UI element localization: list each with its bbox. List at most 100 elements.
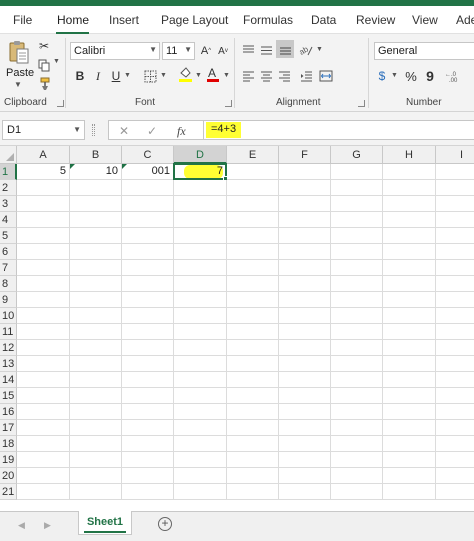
cell-b8[interactable]	[70, 276, 122, 292]
cell-g14[interactable]	[331, 372, 383, 388]
cell-i3[interactable]	[436, 196, 474, 212]
row-header-7[interactable]: 7	[0, 260, 17, 276]
cell-h5[interactable]	[383, 228, 436, 244]
cell-b18[interactable]	[70, 436, 122, 452]
cell-d13[interactable]	[174, 356, 227, 372]
cell-c14[interactable]	[122, 372, 174, 388]
cell-i5[interactable]	[436, 228, 474, 244]
cell-e8[interactable]	[227, 276, 279, 292]
cell-b16[interactable]	[70, 404, 122, 420]
cell-f3[interactable]	[279, 196, 331, 212]
worksheet-grid[interactable]: A B C D E F G H I 1 5 10 001 7 2 3 4 5 6 7 8 9 10 11 12 13 14 15 16 1…	[0, 146, 474, 511]
cell-a8[interactable]	[17, 276, 70, 292]
cell-c5[interactable]	[122, 228, 174, 244]
cell-i2[interactable]	[436, 180, 474, 196]
tab-formulas[interactable]: Formulas	[243, 13, 293, 27]
align-right-icon[interactable]	[276, 67, 292, 85]
column-header-b[interactable]: B	[70, 146, 122, 164]
column-header-d[interactable]: D	[174, 146, 227, 164]
cell-e3[interactable]	[227, 196, 279, 212]
cell-e20[interactable]	[227, 468, 279, 484]
cell-d12[interactable]	[174, 340, 227, 356]
row-header-4[interactable]: 4	[0, 212, 17, 228]
cell-i15[interactable]	[436, 388, 474, 404]
column-header-g[interactable]: G	[331, 146, 383, 164]
fill-color-dropdown-icon[interactable]: ▼	[195, 72, 202, 79]
cell-f7[interactable]	[279, 260, 331, 276]
cell-d8[interactable]	[174, 276, 227, 292]
decrease-font-icon[interactable]: Av	[216, 42, 230, 60]
borders-icon[interactable]	[142, 67, 158, 85]
cell-c18[interactable]	[122, 436, 174, 452]
cell-e12[interactable]	[227, 340, 279, 356]
align-middle-icon[interactable]	[258, 41, 274, 59]
cell-e4[interactable]	[227, 212, 279, 228]
cell-h19[interactable]	[383, 452, 436, 468]
cell-d7[interactable]	[174, 260, 227, 276]
cell-a21[interactable]	[17, 484, 70, 500]
cell-b11[interactable]	[70, 324, 122, 340]
cell-d14[interactable]	[174, 372, 227, 388]
select-all-button[interactable]	[0, 146, 17, 164]
cell-c9[interactable]	[122, 292, 174, 308]
cell-h18[interactable]	[383, 436, 436, 452]
cell-c8[interactable]	[122, 276, 174, 292]
cell-f17[interactable]	[279, 420, 331, 436]
cell-h15[interactable]	[383, 388, 436, 404]
merge-icon[interactable]	[318, 67, 334, 85]
row-header-17[interactable]: 17	[0, 420, 17, 436]
row-header-8[interactable]: 8	[0, 276, 17, 292]
cell-a16[interactable]	[17, 404, 70, 420]
cell-h13[interactable]	[383, 356, 436, 372]
row-header-16[interactable]: 16	[0, 404, 17, 420]
cell-i10[interactable]	[436, 308, 474, 324]
cell-f1[interactable]	[279, 164, 331, 180]
cell-b19[interactable]	[70, 452, 122, 468]
cell-d17[interactable]	[174, 420, 227, 436]
cell-d4[interactable]	[174, 212, 227, 228]
cell-h3[interactable]	[383, 196, 436, 212]
cell-g3[interactable]	[331, 196, 383, 212]
align-left-icon[interactable]	[240, 67, 256, 85]
cell-a5[interactable]	[17, 228, 70, 244]
tab-page-layout[interactable]: Page Layout	[161, 13, 228, 27]
tab-insert[interactable]: Insert	[109, 13, 139, 27]
accounting-format-icon[interactable]: $	[374, 67, 390, 85]
cell-b13[interactable]	[70, 356, 122, 372]
cell-e11[interactable]	[227, 324, 279, 340]
column-header-i[interactable]: I	[436, 146, 474, 164]
font-color-icon[interactable]: A	[205, 65, 221, 83]
cell-g6[interactable]	[331, 244, 383, 260]
cell-g10[interactable]	[331, 308, 383, 324]
tab-home[interactable]: Home	[57, 13, 89, 27]
cell-a13[interactable]	[17, 356, 70, 372]
cell-h1[interactable]	[383, 164, 436, 180]
number-format-select[interactable]: General	[374, 42, 474, 60]
cell-e19[interactable]	[227, 452, 279, 468]
comma-style-icon[interactable]: 9	[422, 67, 438, 85]
cell-c20[interactable]	[122, 468, 174, 484]
insert-function-icon[interactable]: fx	[177, 124, 186, 139]
cell-g20[interactable]	[331, 468, 383, 484]
accounting-dropdown-icon[interactable]: ▼	[391, 72, 398, 79]
cell-d21[interactable]	[174, 484, 227, 500]
cell-e18[interactable]	[227, 436, 279, 452]
column-header-f[interactable]: F	[279, 146, 331, 164]
tab-file[interactable]: File	[13, 13, 32, 27]
cell-f10[interactable]	[279, 308, 331, 324]
cell-i19[interactable]	[436, 452, 474, 468]
cell-b1[interactable]: 10	[70, 164, 122, 180]
cell-c4[interactable]	[122, 212, 174, 228]
cell-h6[interactable]	[383, 244, 436, 260]
cell-i7[interactable]	[436, 260, 474, 276]
percent-style-icon[interactable]: %	[403, 67, 419, 85]
cell-e15[interactable]	[227, 388, 279, 404]
name-box[interactable]: D1 ▼	[2, 120, 85, 140]
cell-c11[interactable]	[122, 324, 174, 340]
cell-f15[interactable]	[279, 388, 331, 404]
cell-b12[interactable]	[70, 340, 122, 356]
cell-a19[interactable]	[17, 452, 70, 468]
cell-h10[interactable]	[383, 308, 436, 324]
add-sheet-icon[interactable]: +	[158, 517, 172, 531]
cell-g15[interactable]	[331, 388, 383, 404]
